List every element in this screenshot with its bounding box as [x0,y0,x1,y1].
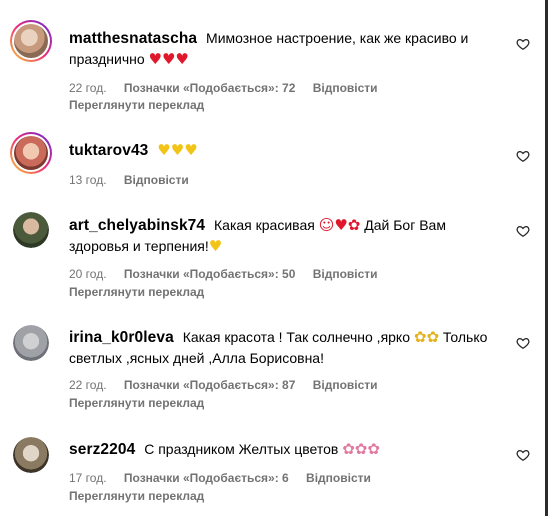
see-translation-link[interactable]: Переглянути переклад [69,489,204,503]
likes-count[interactable]: Позначки «Подобається»: 50 [124,267,295,281]
like-heart-icon[interactable] [516,149,530,163]
comment-text: Какая красивая [214,217,315,233]
avatar[interactable] [10,132,52,174]
timestamp[interactable]: 22 год. [69,81,107,95]
reply-button[interactable]: Відповісти [306,471,371,485]
heart-emojis: ♥♥♥ [157,141,198,159]
timestamp[interactable]: 22 год. [69,378,107,392]
see-translation-link[interactable]: Переглянути переклад [69,98,204,112]
likes-count[interactable]: Позначки «Подобається»: 87 [124,378,295,392]
username[interactable]: art_chelyabinsk74 [69,217,205,234]
username[interactable]: matthesnatascha [69,30,197,47]
see-translation-link[interactable]: Переглянути переклад [69,285,204,299]
like-heart-icon[interactable] [516,336,530,350]
heart-emoji: ♥ [208,237,223,255]
reply-button[interactable]: Відповісти [313,378,378,392]
reply-button[interactable]: Відповісти [313,81,378,95]
avatar[interactable] [10,20,52,62]
username[interactable]: tuktarov43 [69,142,148,159]
likes-count[interactable]: Позначки «Подобається»: 6 [124,471,289,485]
like-heart-icon[interactable] [516,37,530,51]
avatar[interactable] [13,437,49,473]
heart-emojis: ♥♥♥ [148,50,189,68]
timestamp[interactable]: 13 год. [69,173,107,187]
reply-button[interactable]: Відповісти [124,173,189,187]
comment-text: С праздником Желтых цветов [144,441,339,457]
timestamp[interactable]: 20 год. [69,267,107,281]
comment-emojis: ✿✿✿ [342,440,380,458]
username[interactable]: serz2204 [69,441,135,458]
avatar[interactable] [13,325,49,361]
comment-emojis: ✿✿ [413,328,440,346]
timestamp[interactable]: 17 год. [69,471,107,485]
see-translation-link[interactable]: Переглянути переклад [69,396,204,410]
comment-text: Какая красота ! Так солнечно ,ярко [182,329,410,345]
username[interactable]: irina_k0r0leva [69,329,174,346]
comment-emojis: ☺♥✿ [318,216,361,234]
like-heart-icon[interactable] [516,448,530,462]
likes-count[interactable]: Позначки «Подобається»: 72 [124,81,295,95]
avatar[interactable] [13,212,49,248]
reply-button[interactable]: Відповісти [313,267,378,281]
like-heart-icon[interactable] [516,224,530,238]
